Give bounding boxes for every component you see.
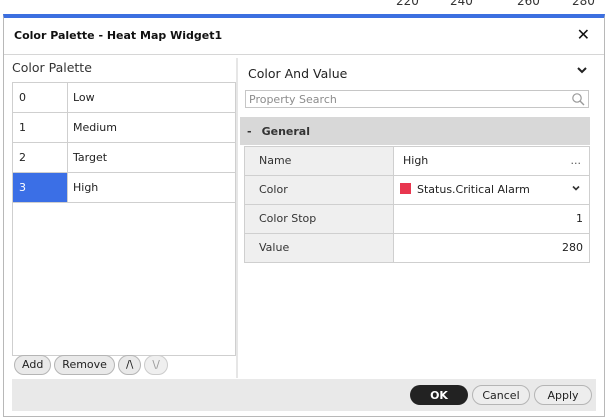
group-label: General [261,124,310,138]
palette-item-name: High [73,181,99,194]
property-search [245,90,589,108]
color-stop-field[interactable]: 1 [394,205,589,233]
color-swatch [400,183,411,194]
move-up-button[interactable]: /\ [117,355,142,375]
color-palette-dialog: Color Palette - Heat Map Widget1 ✕ Color… [3,14,605,417]
palette-item-name: Low [73,91,95,104]
chevron-down-icon[interactable] [576,62,588,80]
palette-item-name: Medium [73,121,117,134]
palette-item-index: 3 [13,173,68,202]
property-grid: Name High ... Color Status.Critical Alar… [244,146,590,263]
properties-panel: Color And Value - General Name High ... [240,58,596,378]
name-value: High [403,154,429,167]
close-icon[interactable]: ✕ [577,25,590,44]
axis-tick: 240 [450,0,473,8]
property-search-input[interactable] [246,91,572,107]
footer-buttons: OK Cancel Apply [410,385,592,405]
properties-header: Color And Value [248,66,348,81]
collapse-icon[interactable]: - [247,125,252,138]
group-general-header[interactable]: - General [240,117,590,145]
palette-actions: Add Remove /\ \/ [14,355,168,375]
palette-heading: Color Palette [12,60,92,75]
remove-button[interactable]: Remove [54,355,115,375]
add-button[interactable]: Add [14,355,52,375]
palette-item-index: 0 [13,83,68,112]
property-row-value: Value 280 [245,234,589,263]
palette-item-index: 2 [13,143,68,172]
dialog-footer: OK Cancel Apply [12,379,596,411]
dialog-title: Color Palette - Heat Map Widget1 [14,29,223,42]
palette-panel: Color Palette 0 Low 1 Medium 2 Target 3 … [12,60,236,378]
palette-item-high[interactable]: 3 High [13,173,235,203]
axis-tick: 220 [396,0,419,8]
palette-item-name: Target [73,151,108,164]
ok-button[interactable]: OK [410,385,468,405]
axis-tick: 260 [517,0,540,8]
palette-item-index: 1 [13,113,68,142]
palette-item-target[interactable]: 2 Target [13,143,235,173]
property-row-color: Color Status.Critical Alarm [245,176,589,205]
color-value: Status.Critical Alarm [417,183,530,196]
color-select[interactable]: Status.Critical Alarm [394,176,589,204]
move-down-button[interactable]: \/ [144,355,168,375]
palette-item-medium[interactable]: 1 Medium [13,113,235,143]
ellipsis-button[interactable]: ... [571,147,582,175]
cancel-button[interactable]: Cancel [472,385,530,405]
property-label: Name [245,147,394,175]
search-icon[interactable] [571,92,585,106]
apply-button[interactable]: Apply [534,385,592,405]
property-label: Color Stop [245,205,394,233]
panel-divider[interactable] [236,58,238,378]
property-label: Color [245,176,394,204]
value-field[interactable]: 280 [394,234,589,262]
palette-item-low[interactable]: 0 Low [13,83,235,113]
palette-list-empty-area [12,200,236,356]
chevron-down-icon[interactable] [571,176,581,204]
dialog-titlebar: Color Palette - Heat Map Widget1 ✕ [4,18,604,55]
palette-list: 0 Low 1 Medium 2 Target 3 High [12,82,236,203]
property-label: Value [245,234,394,262]
property-row-name: Name High ... [245,147,589,176]
name-value-field[interactable]: High ... [394,147,589,175]
axis-tick: 280 [572,0,595,8]
property-row-color-stop: Color Stop 1 [245,205,589,234]
